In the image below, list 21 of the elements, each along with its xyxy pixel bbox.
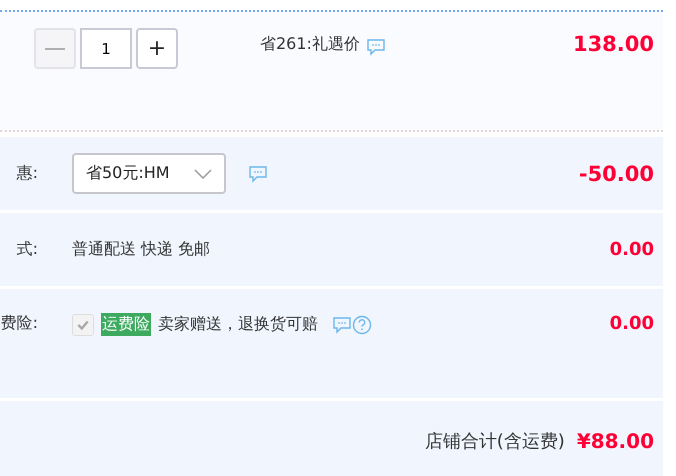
quantity-field[interactable]: 1 [80,28,132,69]
row-amount: 0.00 [610,313,654,334]
row-label: 惠: [16,163,38,184]
help-icon[interactable] [352,314,372,334]
increase-button[interactable]: + [136,28,178,69]
row-amount: -50.00 [578,162,654,186]
row-label: 式: [16,239,38,260]
promo-text: 省261:礼遇价 [260,34,360,54]
chat-icon[interactable] [248,164,268,182]
shipping-method: 普通配送 快递 免邮 [72,239,210,260]
insurance-description: 卖家赠送，退换货可赔 [158,314,318,335]
item-price: 138.00 [572,32,654,56]
chat-icon[interactable] [332,316,352,334]
row-label: 费险: [0,313,38,334]
coupon-select[interactable]: 省50元:HM [72,153,226,194]
caret-icon [194,168,212,178]
total-amount: ¥88.00 [576,429,654,453]
total-label: 店铺合计(含运费) [424,430,565,453]
row-amount: 0.00 [610,239,654,260]
insurance-tag: 运费险 [101,313,151,336]
chat-icon[interactable] [366,38,386,56]
